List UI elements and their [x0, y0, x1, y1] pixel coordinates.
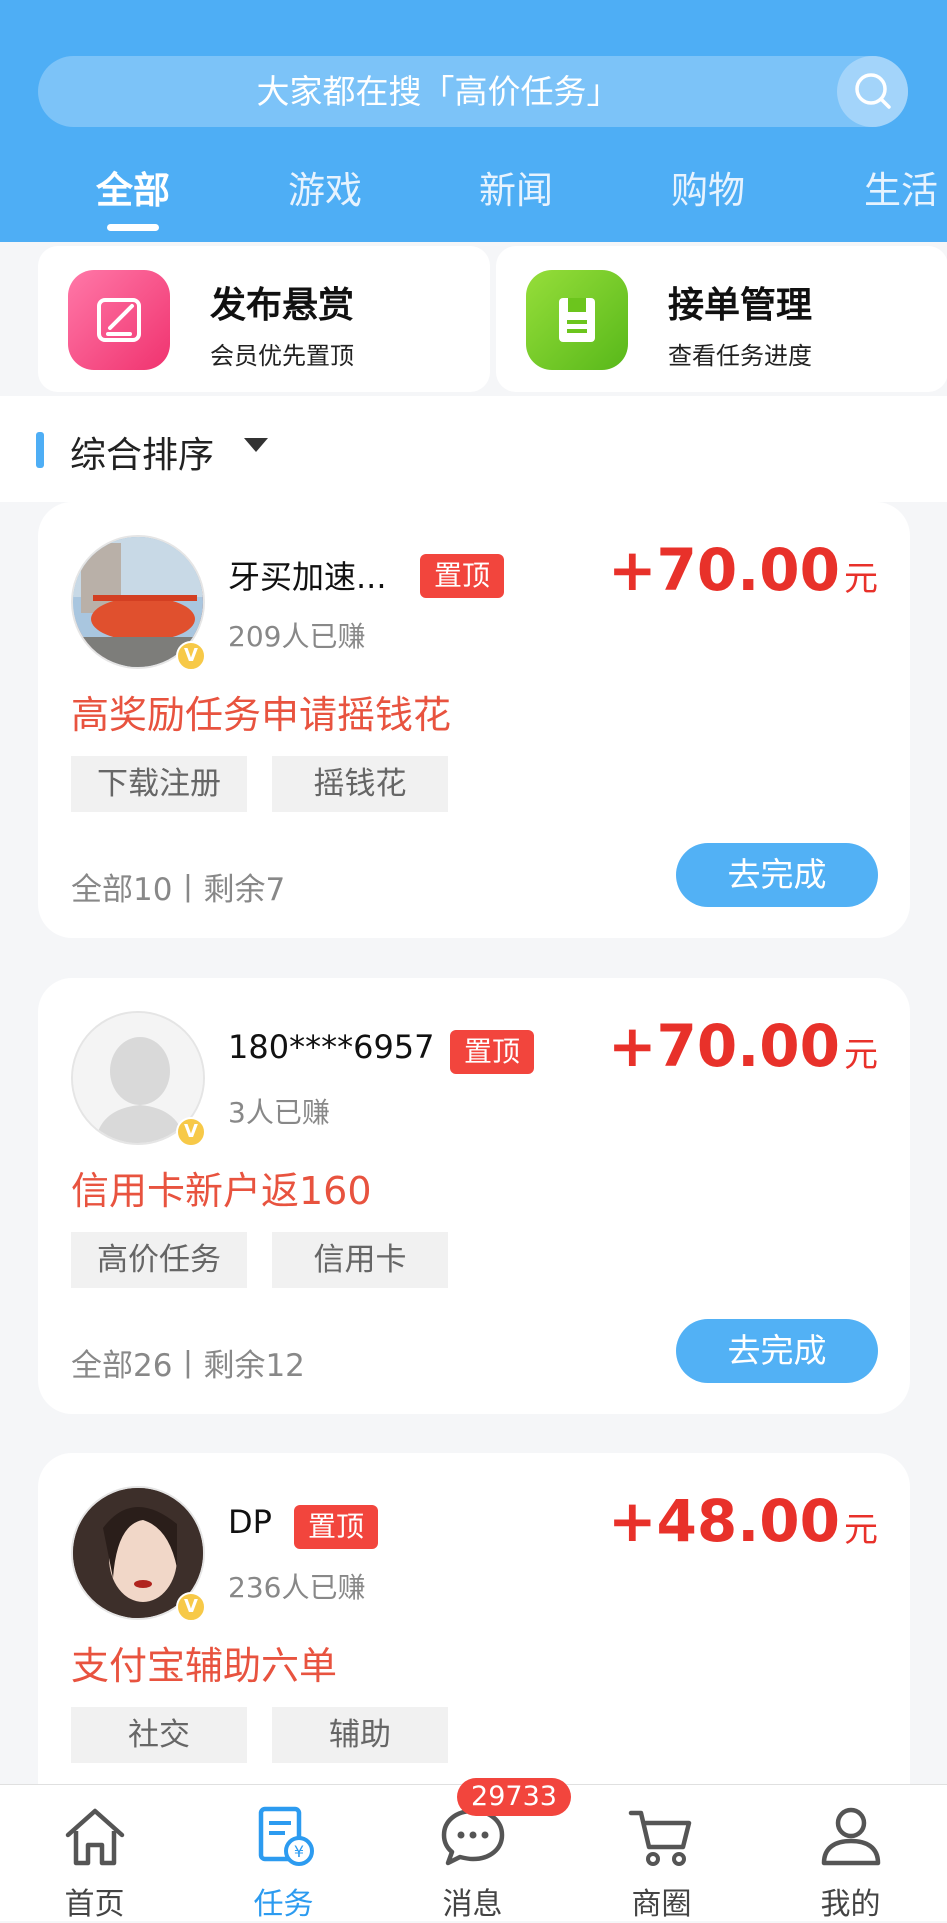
publish-reward-title: 发布悬赏 — [210, 285, 355, 326]
pin-badge: 置顶 — [450, 1030, 535, 1074]
search-placeholder[interactable]: 大家都在搜「高价任务」 — [38, 56, 838, 127]
nav-business-label: 商圈 — [631, 1887, 692, 1922]
user-icon — [821, 1807, 881, 1866]
verified-badge: V — [176, 1117, 206, 1147]
task-tag: 社交 — [71, 1707, 247, 1763]
reward-amount: +70.00 — [607, 536, 840, 604]
edit-icon — [68, 270, 170, 370]
task-tag: 摇钱花 — [272, 756, 448, 812]
tab-life[interactable]: 生活 — [864, 160, 938, 214]
task-card[interactable]: V 牙买加速... 置顶 209人已赚 +70.00 元 高奖励任务申请摇钱花 下… — [38, 502, 910, 938]
publisher-name: 180****6957 — [228, 1028, 435, 1066]
nav-tasks[interactable]: ¥ 任务 — [189, 1785, 378, 1922]
publish-reward-card[interactable]: 发布悬赏 会员优先置顶 — [38, 246, 490, 392]
reward: +48.00 元 — [608, 1487, 878, 1555]
caret-down-icon[interactable] — [244, 438, 268, 454]
header: 大家都在搜「高价任务」 全部 游戏 新闻 购物 生活 — [0, 0, 947, 242]
complete-button[interactable]: 去完成 — [676, 843, 878, 907]
verified-badge: V — [176, 641, 206, 671]
tab-shopping[interactable]: 购物 — [671, 160, 745, 214]
tab-news[interactable]: 新闻 — [479, 160, 553, 214]
reward-amount: +70.00 — [607, 1012, 840, 1080]
search-icon[interactable] — [837, 56, 908, 127]
task-tag: 下载注册 — [71, 756, 247, 812]
task-card[interactable]: V 180****6957 置顶 3人已赚 +70.00 元 信用卡新户返160 … — [38, 978, 910, 1414]
task-tag: 信用卡 — [272, 1232, 448, 1288]
complete-button[interactable]: 去完成 — [676, 1319, 878, 1383]
earned-count: 209人已赚 — [228, 620, 366, 653]
task-title: 高奖励任务申请摇钱花 — [71, 693, 452, 737]
publisher-name: 牙买加速... — [228, 558, 387, 596]
sort-bar: 综合排序 — [0, 396, 947, 502]
order-management-card[interactable]: 接单管理 查看任务进度 — [496, 246, 947, 392]
pin-badge: 置顶 — [294, 1505, 379, 1549]
clipboard-icon — [526, 270, 628, 370]
nav-tasks-label: 任务 — [253, 1887, 314, 1922]
publisher-name: DP — [228, 1503, 272, 1541]
task-icon: ¥ — [258, 1806, 314, 1866]
verified-badge: V — [176, 1592, 206, 1622]
sort-dropdown[interactable]: 综合排序 — [70, 426, 214, 478]
svg-text:¥: ¥ — [294, 1842, 304, 1861]
nav-mine[interactable]: 我的 — [756, 1785, 945, 1922]
tab-all[interactable]: 全部 — [96, 160, 170, 214]
task-counts: 全部26丨剩余12 — [71, 1348, 305, 1384]
task-title: 支付宝辅助六单 — [71, 1644, 338, 1688]
order-management-subtitle: 查看任务进度 — [668, 342, 812, 370]
tab-games[interactable]: 游戏 — [288, 160, 362, 214]
nav-business[interactable]: 商圈 — [567, 1785, 756, 1922]
search-bar[interactable]: 大家都在搜「高价任务」 — [38, 56, 908, 127]
order-management-title: 接单管理 — [668, 285, 813, 326]
earned-count: 236人已赚 — [228, 1571, 366, 1604]
reward-unit: 元 — [844, 1035, 878, 1075]
nav-home-label: 首页 — [64, 1887, 125, 1922]
task-tag: 高价任务 — [71, 1232, 247, 1288]
message-count-badge: 29733 — [457, 1778, 571, 1816]
cart-icon — [628, 1810, 692, 1866]
task-counts: 全部10丨剩余7 — [71, 872, 286, 908]
task-card[interactable]: V DP 置顶 236人已赚 +48.00 元 支付宝辅助六单 社交 辅助 — [38, 1453, 910, 1833]
tab-indicator — [107, 224, 159, 231]
sort-marker — [36, 432, 44, 468]
reward: +70.00 元 — [608, 1012, 878, 1080]
home-icon — [65, 1808, 125, 1866]
reward-amount: +48.00 — [607, 1487, 840, 1555]
reward: +70.00 元 — [608, 536, 878, 604]
pin-badge: 置顶 — [420, 554, 505, 598]
nav-mine-label: 我的 — [820, 1887, 881, 1922]
reward-unit: 元 — [844, 1510, 878, 1550]
nav-messages-label: 消息 — [442, 1887, 503, 1922]
nav-home[interactable]: 首页 — [0, 1785, 189, 1922]
publish-reward-subtitle: 会员优先置顶 — [210, 342, 354, 370]
reward-unit: 元 — [844, 559, 878, 599]
earned-count: 3人已赚 — [228, 1096, 330, 1129]
task-tag: 辅助 — [272, 1707, 448, 1763]
task-title: 信用卡新户返160 — [71, 1169, 372, 1213]
